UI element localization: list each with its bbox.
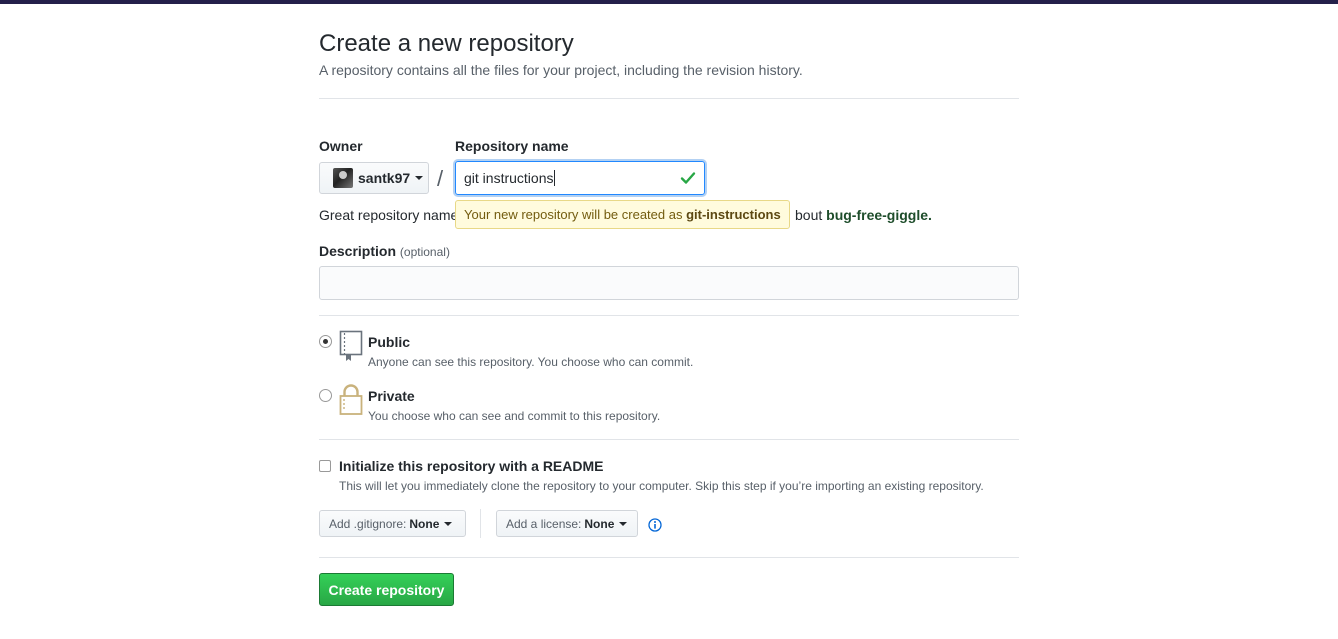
lock-icon xyxy=(339,384,363,415)
divider xyxy=(319,557,1019,558)
public-note: Anyone can see this repository. You choo… xyxy=(368,355,694,369)
suggestion-prefix: Great repository name xyxy=(319,207,459,223)
caret-down-icon xyxy=(619,521,628,526)
repo-name-tooltip: Your new repository will be created as g… xyxy=(455,200,790,229)
suggestion-tail: bout bug-free-giggle. xyxy=(795,207,932,223)
description-label-text: Description xyxy=(319,243,397,259)
suggestion-tail-text: bout xyxy=(795,207,823,223)
info-icon[interactable] xyxy=(648,518,662,532)
private-note: You choose who can see and commit to thi… xyxy=(368,409,661,423)
caret-down-icon xyxy=(415,176,424,180)
divider xyxy=(480,509,481,538)
gitignore-dropdown[interactable]: Add .gitignore: None xyxy=(319,510,466,537)
check-icon xyxy=(680,172,696,184)
license-dropdown[interactable]: Add a license: None xyxy=(496,510,638,537)
description-label: Description (optional) xyxy=(319,243,450,259)
public-radio[interactable] xyxy=(319,335,332,348)
create-repository-button[interactable]: Create repository xyxy=(319,573,454,606)
description-input[interactable] xyxy=(319,266,1019,300)
suggestion-name[interactable]: bug-free-giggle. xyxy=(826,207,932,223)
repo-name-label: Repository name xyxy=(455,138,569,154)
top-header-bar xyxy=(0,0,1338,4)
license-value: None xyxy=(584,516,615,531)
init-readme-note: This will let you immediately clone the … xyxy=(339,479,984,493)
public-title: Public xyxy=(368,334,411,350)
tooltip-text: Your new repository will be created as xyxy=(464,207,683,222)
gitignore-label: Add .gitignore: xyxy=(329,516,407,531)
owner-repo-separator: / xyxy=(437,166,444,191)
caret-down-icon xyxy=(444,521,453,526)
init-readme-label[interactable]: Initialize this repository with a README xyxy=(339,458,603,474)
private-radio[interactable] xyxy=(319,389,332,402)
repo-name-input[interactable]: git instructions xyxy=(455,161,705,195)
tooltip-repo-name: git-instructions xyxy=(686,207,781,222)
page-subtitle: A repository contains all the files for … xyxy=(319,62,803,78)
gitignore-value: None xyxy=(409,516,440,531)
owner-label: Owner xyxy=(319,138,363,154)
avatar xyxy=(333,168,353,188)
private-title: Private xyxy=(368,388,415,404)
divider xyxy=(319,439,1019,440)
divider xyxy=(319,98,1019,99)
page-title: Create a new repository xyxy=(319,30,574,57)
repo-name-value: git instructions xyxy=(464,170,554,186)
license-label: Add a license: xyxy=(506,516,582,531)
text-cursor xyxy=(554,170,556,186)
divider xyxy=(319,315,1019,316)
repo-book-icon xyxy=(339,330,363,361)
owner-name: santk97 xyxy=(358,170,411,186)
owner-dropdown[interactable]: santk97 xyxy=(319,162,429,194)
name-suggestion-text: Great repository name bout bug-free-gigg… xyxy=(319,207,932,223)
optional-hint: (optional) xyxy=(399,245,450,259)
init-readme-checkbox[interactable] xyxy=(319,460,331,472)
